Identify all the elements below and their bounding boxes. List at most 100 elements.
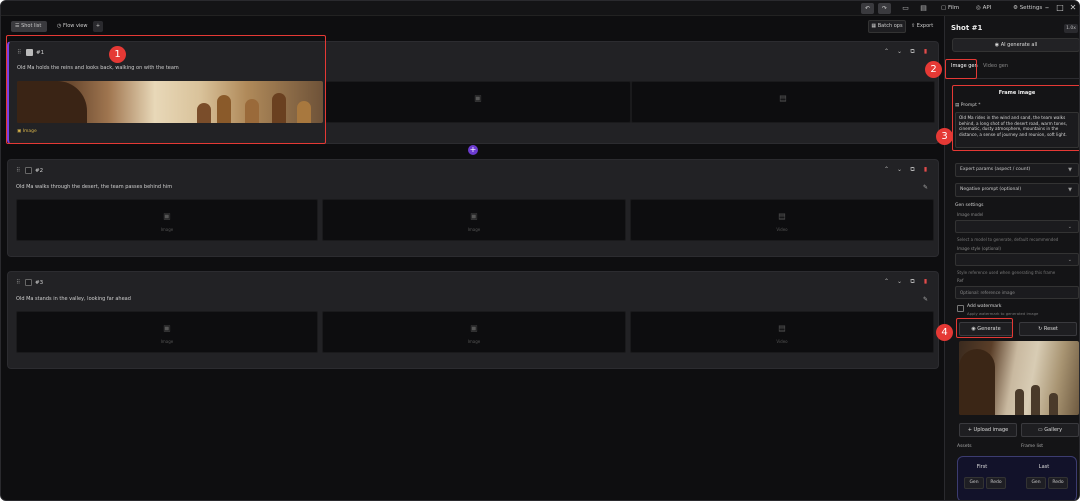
film-icon: ▤: [779, 93, 787, 103]
shot-card-2[interactable]: ⠿ #2 ⌃ ⌄ ⧉ ▮ Old Ma walks through the desert…: [7, 159, 939, 257]
copy-icon[interactable]: ⧉: [906, 48, 919, 56]
image-slot[interactable]: ▣ Image: [322, 199, 626, 241]
image-slot[interactable]: ▣: [325, 81, 631, 123]
footer-row: Assets Frame list: [957, 444, 1079, 449]
shot-header: ⠿ #3: [16, 278, 43, 288]
figure-shape: [1015, 389, 1024, 415]
shot-checkbox[interactable]: [25, 279, 32, 286]
close-icon[interactable]: ✕: [1066, 2, 1079, 14]
model-select[interactable]: ⌄: [955, 220, 1079, 233]
gen-settings-heading: Gen settings: [955, 203, 984, 208]
settings-button[interactable]: ⚙ Settings: [1013, 3, 1043, 14]
image-icon: ▣: [470, 211, 478, 221]
video-slot[interactable]: ▤: [631, 81, 935, 123]
chevron-down-icon: ▼: [1068, 187, 1072, 193]
chevron-up-icon[interactable]: ⌃: [880, 278, 893, 285]
drag-handle-icon[interactable]: ⠿: [16, 278, 22, 288]
negative-prompt-dropdown[interactable]: Negative prompt (optional) ▼: [955, 183, 1079, 197]
horse-shape: [959, 349, 995, 415]
monitor-icon[interactable]: ▭: [899, 3, 912, 14]
footer-left: Assets: [957, 444, 972, 449]
style-label: Image style (optional): [957, 246, 1001, 251]
copy-icon[interactable]: ⧉: [906, 278, 919, 286]
api-button[interactable]: ◎ API: [976, 3, 1010, 14]
chevron-down-icon: ⌄: [1067, 223, 1072, 230]
footer-right: Frame list: [1021, 444, 1044, 449]
image-slot[interactable]: ▣ Image: [322, 311, 626, 353]
undo-icon[interactable]: ↶: [861, 3, 874, 14]
upload-image-button[interactable]: + Upload image: [959, 423, 1017, 437]
chevron-down-icon[interactable]: ⌄: [893, 48, 906, 55]
shot-card-3[interactable]: ⠿ #3 ⌃ ⌄ ⧉ ▮ Old Ma stands in the valley, lo…: [7, 271, 939, 369]
gallery-label: Gallery: [1044, 427, 1063, 433]
first-redo-button[interactable]: Redo: [986, 477, 1006, 489]
annotation-marker-1: 1: [109, 46, 126, 63]
drag-handle-icon[interactable]: ⠿: [16, 166, 22, 176]
copy-icon[interactable]: ⧉: [906, 166, 919, 174]
delete-icon[interactable]: ▮: [919, 278, 932, 285]
watermark-checkbox[interactable]: [957, 305, 964, 312]
delete-icon[interactable]: ▮: [919, 166, 932, 173]
last-gen-button[interactable]: Gen: [1026, 477, 1046, 489]
chevron-up-icon[interactable]: ⌃: [880, 48, 893, 55]
layout-icon[interactable]: ▤: [917, 3, 930, 14]
dropdown-label: Negative prompt (optional): [960, 187, 1022, 192]
annotation-marker-4: 4: [936, 324, 953, 341]
chevron-up-icon[interactable]: ⌃: [880, 166, 893, 173]
first-frame-label: First: [976, 464, 988, 470]
style-select[interactable]: ⌄: [955, 253, 1079, 266]
video-slot[interactable]: ▤ Video: [630, 311, 934, 353]
shot-actions: ⌃ ⌄ ⧉ ▮: [880, 166, 932, 174]
edit-icon[interactable]: ✎: [923, 296, 928, 303]
image-icon: ▣: [163, 211, 171, 221]
edit-icon[interactable]: ✎: [923, 184, 928, 191]
shot-header: ⠿ #2: [16, 166, 43, 176]
last-redo-button[interactable]: Redo: [1048, 477, 1068, 489]
chevron-down-icon: ▼: [1068, 167, 1072, 173]
export-button[interactable]: ⇪ Export: [911, 20, 937, 33]
gen-all-label: AI generate all: [1000, 42, 1038, 48]
shot-checkbox[interactable]: [25, 167, 32, 174]
zoom-badge[interactable]: 1.0x: [1064, 24, 1078, 33]
title-bar: ↶ ↷ ▭ ▤ ▢ Film ◎ API ⚙ Settings – □ ✕: [1, 1, 1079, 16]
tab-flow-view[interactable]: ◷ Flow view: [53, 21, 89, 32]
delete-icon[interactable]: ▮: [919, 48, 932, 55]
chevron-down-icon[interactable]: ⌄: [893, 166, 906, 173]
shot-description[interactable]: Old Ma stands in the valley, looking far…: [16, 296, 131, 302]
shot-actions: ⌃ ⌄ ⧉ ▮: [880, 278, 932, 286]
tab-shot-list[interactable]: ☰ Shot list: [11, 21, 47, 32]
generated-image-preview[interactable]: [959, 341, 1079, 415]
add-tab-button[interactable]: +: [93, 21, 103, 32]
maximize-icon[interactable]: □: [1053, 2, 1067, 14]
tab-video-gen[interactable]: Video gen: [983, 63, 1008, 69]
add-shot-button[interactable]: +: [468, 145, 478, 155]
ai-generate-all-button[interactable]: ◉ AI generate all: [952, 38, 1079, 52]
frames-box: First Last Gen Redo Gen Redo: [957, 456, 1077, 500]
expert-params-dropdown[interactable]: Expert params (aspect / count) ▼: [955, 163, 1079, 177]
tab-flow-label: Flow view: [62, 23, 88, 29]
slot-label: Image: [467, 339, 481, 345]
ref-input[interactable]: Optional: reference image: [955, 286, 1079, 299]
redo-icon[interactable]: ↷: [878, 3, 891, 14]
annotation-box-3: [952, 85, 1079, 151]
minimize-icon[interactable]: –: [1040, 2, 1054, 14]
batch-ops-button[interactable]: ▦ Batch ops: [868, 20, 906, 33]
watermark-label: Add watermark: [967, 304, 1002, 309]
export-label: Export: [916, 23, 934, 29]
chevron-down-icon[interactable]: ⌄: [893, 278, 906, 285]
shot-number: #2: [35, 168, 44, 174]
slot-label: Image: [467, 227, 481, 233]
view-button[interactable]: ▢ Film: [941, 3, 971, 14]
video-slot[interactable]: ▤ Video: [630, 199, 934, 241]
app-window: ↶ ↷ ▭ ▤ ▢ Film ◎ API ⚙ Settings – □ ✕ ☰ …: [0, 0, 1080, 501]
upload-label: Upload image: [973, 427, 1009, 433]
image-slot[interactable]: ▣ Image: [16, 311, 318, 353]
tab-shot-list-label: Shot list: [21, 23, 42, 29]
image-slot[interactable]: ▣ Image: [16, 199, 318, 241]
shot-description[interactable]: Old Ma walks through the desert, the tea…: [16, 184, 172, 190]
gallery-button[interactable]: ▭ Gallery: [1021, 423, 1079, 437]
first-gen-button[interactable]: Gen: [964, 477, 984, 489]
reset-button[interactable]: ↻ Reset: [1019, 322, 1077, 336]
model-hint: Select a model to generate, default reco…: [957, 237, 1059, 242]
panel-title: Shot #1: [951, 24, 983, 32]
